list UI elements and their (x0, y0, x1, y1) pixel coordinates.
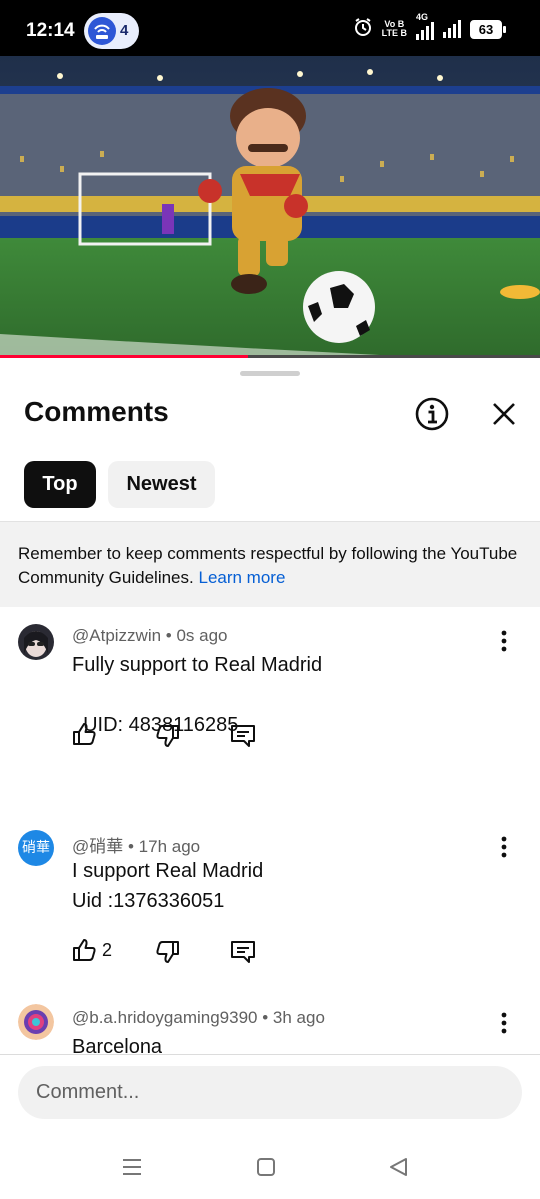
comment-item: @b.a.hridoygaming9390 • 3h ago Barcelona (0, 994, 540, 1054)
thumbs-up-icon (73, 723, 96, 745)
info-button[interactable] (414, 396, 450, 432)
dislike-button[interactable] (154, 938, 182, 966)
drag-handle[interactable] (240, 371, 300, 376)
info-icon (415, 397, 449, 431)
tab-top[interactable]: Top (24, 461, 96, 508)
network-type: 4G (416, 12, 429, 22)
signal-icon-2 (443, 20, 461, 38)
video-player[interactable] (0, 56, 540, 356)
dislike-button[interactable] (154, 722, 182, 750)
comment-time: 17h ago (138, 837, 201, 856)
close-button[interactable] (486, 396, 522, 432)
status-time: 12:14 (26, 20, 75, 41)
panel-title: Comments (24, 396, 169, 427)
reply-button[interactable] (229, 937, 257, 965)
more-vert-icon (501, 1012, 507, 1034)
community-guidelines-notice: Remember to keep comments respectful by … (0, 521, 540, 607)
avatar[interactable] (18, 1004, 54, 1040)
thumbs-down-icon (156, 725, 179, 747)
home-button[interactable] (254, 1155, 278, 1179)
thumbs-down-icon (156, 941, 179, 963)
volte-indicator: Vo B LTE B (382, 20, 407, 38)
comment-meta: @硝華 • 17h ago (72, 837, 201, 856)
alarm-icon (353, 17, 373, 42)
more-options-button[interactable] (494, 628, 514, 654)
comment-author[interactable]: @硝華 (72, 837, 123, 856)
comment-meta: @Atpizzwin • 0s ago (72, 626, 228, 645)
system-nav-bar (0, 1135, 540, 1199)
more-vert-icon (501, 630, 507, 652)
comment-text: Barcelona (72, 1036, 163, 1054)
back-triangle-icon (390, 1158, 407, 1176)
comment-input[interactable]: Comment... (18, 1066, 522, 1119)
tab-newest[interactable]: Newest (108, 461, 215, 508)
signal-icon (416, 22, 434, 40)
comment-author[interactable]: @Atpizzwin (72, 626, 161, 645)
hotspot-indicator[interactable]: 4 (84, 13, 139, 49)
recent-apps-button[interactable] (120, 1155, 144, 1179)
comment-item: @Atpizzwin • 0s ago Fully support to Rea… (0, 606, 540, 801)
like-count: 2 (102, 940, 113, 960)
reply-comment-icon (231, 725, 255, 747)
thumbs-up-icon (73, 939, 96, 961)
comment-item: 硝華 @硝華 • 17h ago I support Real Madrid U… (0, 816, 540, 986)
divider (0, 1054, 540, 1055)
battery-icon: 63 (470, 19, 506, 39)
comment-text: I support Real Madrid Uid :1376336051 (72, 860, 264, 912)
like-button[interactable] (70, 720, 98, 748)
more-options-button[interactable] (494, 1010, 514, 1036)
video-frame (0, 56, 540, 356)
avatar[interactable] (18, 624, 54, 660)
comment-text: Fully support to Real Madrid UID: 483811… (72, 654, 323, 736)
avatar[interactable]: 硝華 (18, 830, 54, 866)
volte-bottom: LTE B (381, 28, 407, 38)
back-button[interactable] (386, 1155, 410, 1179)
reply-comment-icon (231, 941, 255, 963)
comment-time: 3h ago (272, 1008, 325, 1027)
battery-level: 63 (478, 21, 494, 37)
learn-more-link[interactable]: Learn more (198, 568, 285, 587)
reply-button[interactable] (229, 721, 257, 749)
more-vert-icon (501, 836, 507, 858)
comment-author[interactable]: @b.a.hridoygaming9390 (72, 1008, 258, 1027)
home-square-icon (257, 1158, 275, 1176)
hotspot-icon (88, 17, 116, 45)
status-bar: 12:14 4 Vo B LTE B 4G 63 (0, 0, 540, 56)
comment-time: 0s ago (176, 626, 228, 645)
like-button[interactable] (70, 936, 98, 964)
comment-meta: @b.a.hridoygaming9390 • 3h ago (72, 1008, 325, 1027)
hotspot-count: 4 (120, 22, 129, 39)
close-icon (493, 403, 515, 425)
menu-icon (123, 1159, 141, 1175)
more-options-button[interactable] (494, 834, 514, 860)
signal-4g: 4G (416, 12, 434, 40)
